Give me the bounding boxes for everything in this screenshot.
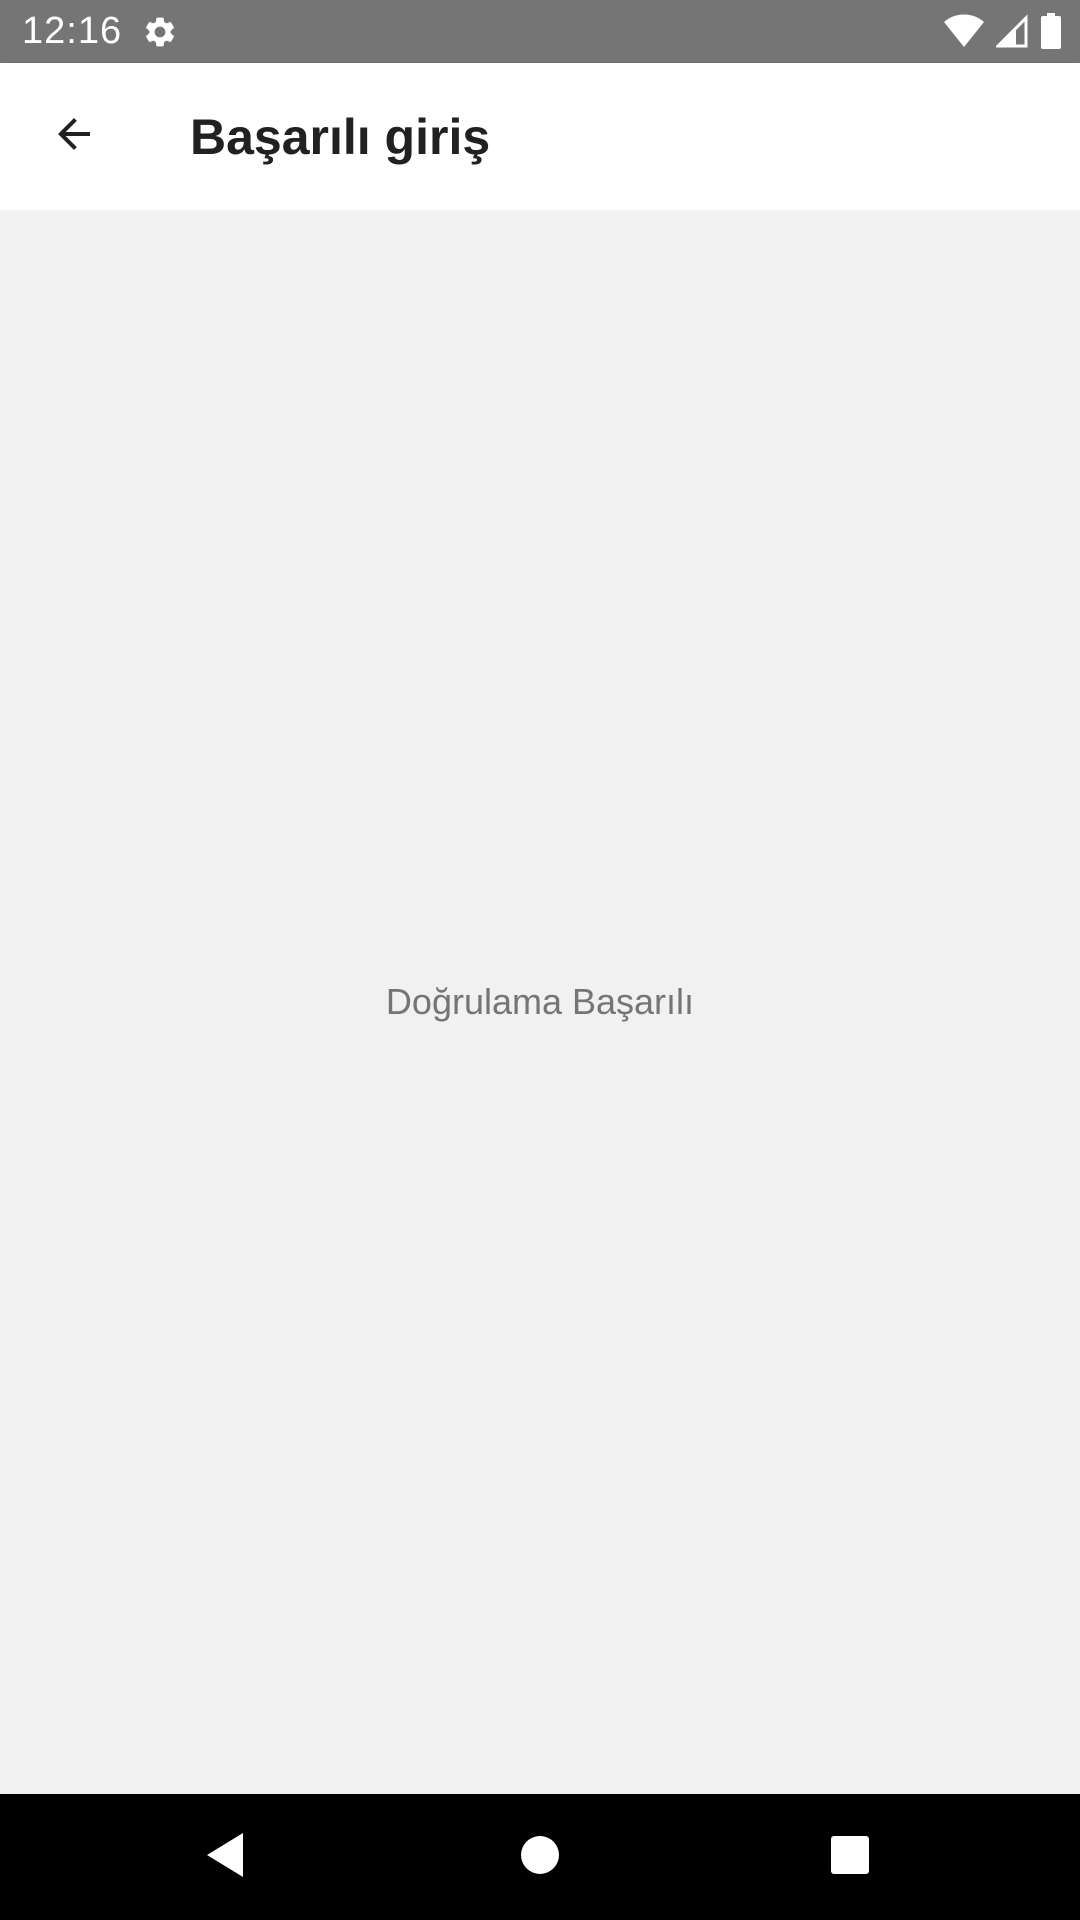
nav-recents-button[interactable] <box>810 1817 890 1897</box>
nav-back-button[interactable] <box>185 1817 265 1897</box>
battery-icon <box>1040 13 1062 49</box>
verification-message: Doğrulama Başarılı <box>385 981 695 1022</box>
screen: 12:16 Başarılı giriş Doğrulama Başarılı <box>0 0 1080 1920</box>
back-triangle-icon <box>203 1831 247 1884</box>
page-title: Başarılı giriş <box>190 109 491 165</box>
content-area: Doğrulama Başarılı <box>0 210 1080 1794</box>
wifi-icon <box>944 14 984 48</box>
status-icons <box>944 13 1062 49</box>
nav-home-button[interactable] <box>500 1817 580 1897</box>
back-button[interactable] <box>34 96 114 176</box>
settings-icon <box>142 14 178 50</box>
navigation-bar <box>0 1794 1080 1920</box>
app-bar: Başarılı giriş <box>0 63 1080 210</box>
arrow-back-icon <box>50 110 98 163</box>
status-time: 12:16 <box>22 10 123 52</box>
recents-square-icon <box>830 1835 870 1880</box>
status-bar: 12:16 <box>0 0 1080 63</box>
signal-icon <box>996 14 1028 48</box>
home-circle-icon <box>520 1835 560 1880</box>
